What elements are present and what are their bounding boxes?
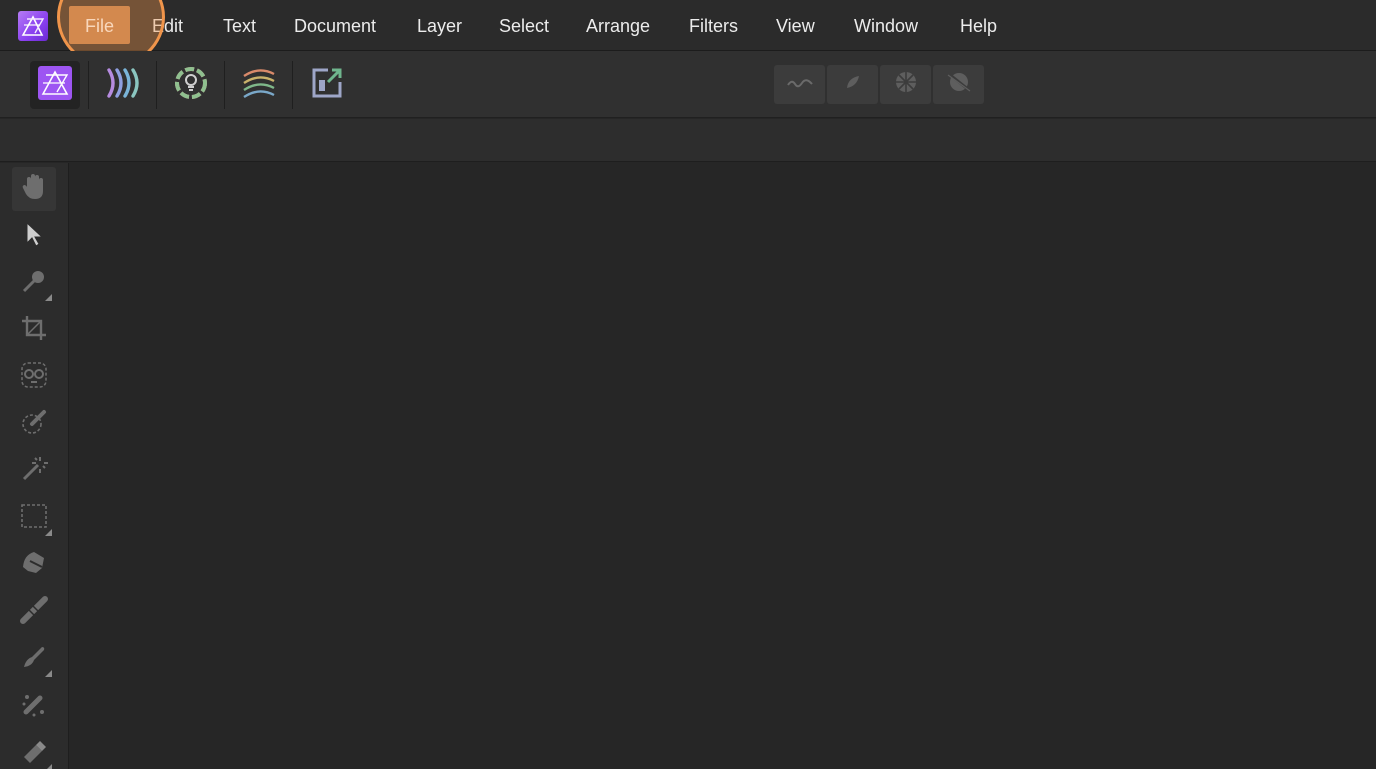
photo-persona-button[interactable]: [30, 61, 80, 109]
menu-arrange[interactable]: Arrange: [586, 14, 650, 38]
move-tool[interactable]: [12, 214, 56, 258]
hand-tool[interactable]: [12, 167, 56, 211]
menu-document[interactable]: Document: [294, 14, 376, 38]
affinity-photo-logo-icon[interactable]: [18, 11, 48, 41]
toolbar-separator: [292, 61, 293, 109]
menu-help[interactable]: Help: [960, 14, 997, 38]
tools-panel: [0, 163, 69, 769]
toolbar-separator: [156, 61, 157, 109]
hand-tool-icon: [21, 173, 47, 206]
auto-colors-button[interactable]: [880, 65, 931, 104]
flood-select-tool-icon: [20, 455, 48, 488]
develop-persona-icon: [173, 65, 209, 106]
erase-brush-tool[interactable]: [12, 731, 56, 769]
toolbar-separator: [88, 61, 89, 109]
menu-layer[interactable]: Layer: [417, 14, 462, 38]
liquify-persona-button[interactable]: [98, 61, 148, 109]
menu-bar: File Edit Text Document Layer Select Arr…: [0, 0, 1376, 68]
tool-flyout-indicator: [45, 670, 52, 677]
persona-toolbar: [0, 51, 1376, 118]
move-tool-icon: [23, 221, 45, 252]
menu-edit[interactable]: Edit: [152, 14, 183, 38]
tool-flyout-indicator: [45, 529, 52, 536]
toolbar-separator: [224, 61, 225, 109]
selection-brush-tool[interactable]: [12, 402, 56, 446]
freehand-selection-tool[interactable]: [12, 543, 56, 587]
tool-flyout-indicator: [45, 764, 52, 769]
develop-persona-button[interactable]: [166, 61, 216, 109]
selection-brush-tool-icon: [20, 408, 48, 441]
erase-brush-tool-icon: [20, 737, 48, 769]
auto-contrast-button[interactable]: [827, 65, 878, 104]
auto-white-balance-icon: [946, 69, 972, 100]
crop-tool[interactable]: [12, 308, 56, 352]
tool-flyout-indicator: [45, 294, 52, 301]
auto-white-balance-button[interactable]: [933, 65, 984, 104]
auto-colors-icon: [894, 70, 918, 99]
export-persona-button[interactable]: [302, 61, 352, 109]
freehand-selection-tool-icon: [20, 549, 48, 582]
red-eye-tool[interactable]: [12, 355, 56, 399]
menu-select[interactable]: Select: [499, 14, 549, 38]
auto-levels-icon: [786, 76, 814, 94]
pixel-tool[interactable]: [12, 637, 56, 681]
liquify-persona-icon: [104, 66, 142, 105]
paint-brush-tool-icon: [20, 595, 48, 629]
crop-tool-icon: [21, 315, 47, 346]
menu-filters[interactable]: Filters: [689, 14, 738, 38]
tone-mapping-persona-icon: [241, 66, 277, 105]
menu-window[interactable]: Window: [854, 14, 918, 38]
menu-text[interactable]: Text: [223, 14, 256, 38]
tone-mapping-persona-button[interactable]: [234, 61, 284, 109]
color-picker-tool-icon: [21, 268, 47, 299]
rectangular-marquee-tool-icon: [20, 503, 48, 534]
export-persona-icon: [310, 66, 344, 105]
pixel-tool-icon: [20, 643, 48, 676]
context-toolbar: [0, 119, 1376, 162]
red-eye-tool-icon: [20, 361, 48, 394]
photo-persona-icon: [38, 65, 72, 105]
rectangular-marquee-tool[interactable]: [12, 496, 56, 540]
clone-brush-tool[interactable]: [12, 684, 56, 728]
clone-brush-tool-icon: [20, 690, 48, 723]
paint-brush-tool[interactable]: [12, 590, 56, 634]
menu-file[interactable]: File: [69, 6, 130, 44]
menu-view[interactable]: View: [776, 14, 815, 38]
document-canvas-area[interactable]: [70, 163, 1376, 769]
color-picker-tool[interactable]: [12, 261, 56, 305]
auto-levels-button[interactable]: [774, 65, 825, 104]
flood-select-tool[interactable]: [12, 449, 56, 493]
auto-contrast-icon: [843, 72, 863, 97]
